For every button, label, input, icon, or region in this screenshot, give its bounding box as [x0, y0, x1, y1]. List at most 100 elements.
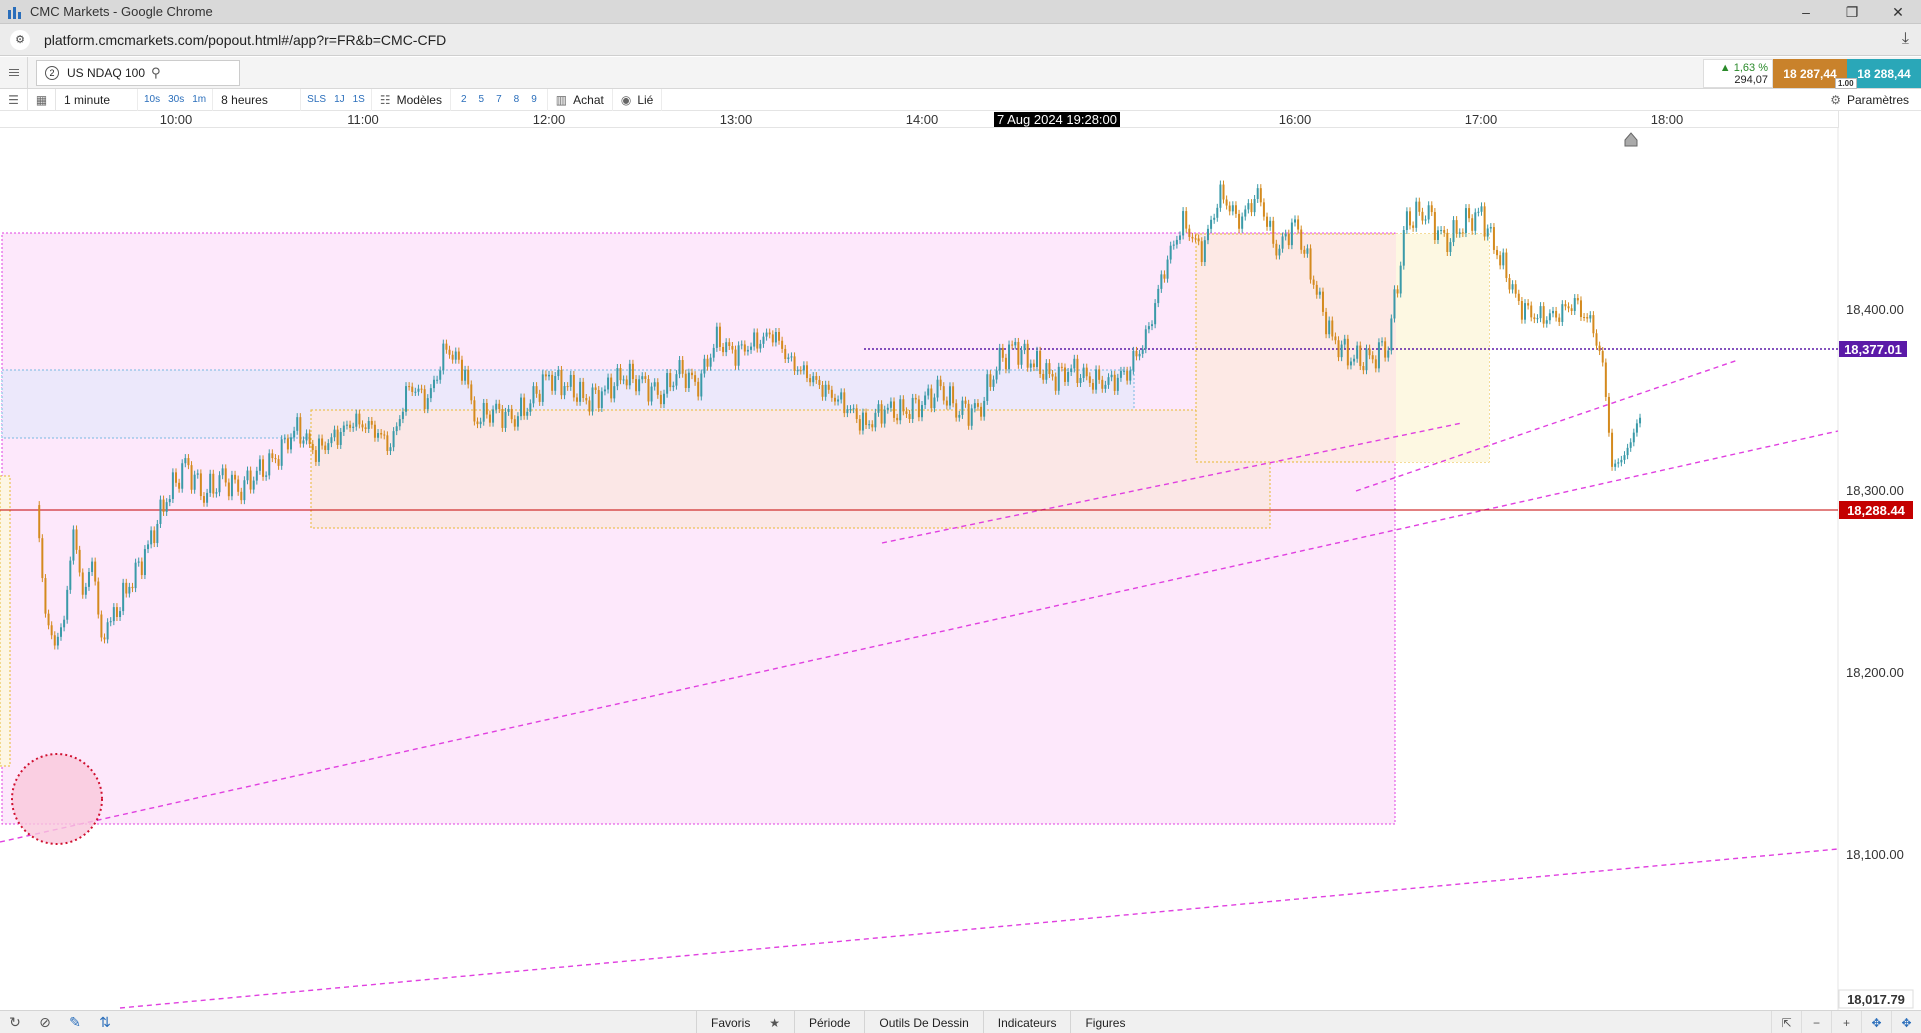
candle-body	[961, 400, 964, 415]
crosshair-icon[interactable]: ✥	[1861, 1011, 1891, 1033]
cancel-icon[interactable]: ⊘	[30, 1011, 60, 1033]
candle-body	[1567, 306, 1570, 309]
candle-body	[122, 582, 125, 612]
minimize-button[interactable]: –	[1783, 0, 1829, 24]
range-1j[interactable]: 1J	[330, 94, 349, 105]
candle-body	[927, 388, 930, 396]
price-chart[interactable]: 18,400.00 18,300.00 18,200.00 18,100.00 …	[0, 128, 1921, 1010]
list-icon[interactable]: ☰	[0, 88, 28, 111]
candle-body	[492, 409, 495, 423]
candle-body	[1589, 315, 1592, 319]
instrument-bar: 2 US NDAQ 100 ⚲ ▲ 1,63 % 294,07 18 287,4…	[0, 56, 1921, 89]
refresh-icon[interactable]: ↻	[0, 1011, 30, 1033]
candle-body	[1505, 252, 1508, 279]
candle-body	[1147, 326, 1150, 330]
candle-body	[678, 360, 681, 375]
candle-body	[1440, 230, 1443, 232]
site-info-icon[interactable]: ⚙	[10, 29, 30, 50]
linked-button[interactable]: ◉ Lié	[613, 88, 663, 111]
candle-body	[1595, 333, 1598, 346]
candle-body	[1188, 228, 1191, 237]
candle-body	[495, 403, 498, 410]
candle-body	[921, 404, 923, 418]
candle-body	[1036, 350, 1039, 368]
candle-body	[557, 369, 560, 377]
candle-body	[488, 414, 491, 423]
candle-body	[1123, 370, 1126, 372]
time-tick: 16:00	[1278, 112, 1312, 127]
settings-button[interactable]: ⚙ Paramètres	[1830, 89, 1909, 111]
candle-body	[1458, 232, 1461, 234]
candle-body	[162, 499, 165, 512]
candle-body	[865, 412, 868, 425]
templates-label: Modèles	[396, 92, 442, 107]
tab-indicators[interactable]: Indicateurs	[982, 1011, 1071, 1033]
url-text[interactable]: platform.cmcmarkets.com/popout.html#/app…	[44, 32, 446, 48]
share-icon[interactable]: ⇱	[1771, 1011, 1801, 1033]
candle-body	[728, 342, 731, 346]
interval-select[interactable]: 1 minute	[56, 88, 138, 111]
candle-body	[908, 413, 911, 419]
candle-body	[672, 385, 675, 388]
candle-body	[1073, 358, 1076, 369]
templates-button[interactable]: ☷ Modèles	[372, 88, 451, 111]
candle-body	[1244, 209, 1247, 217]
buy-button[interactable]: 18 288,44 1.00	[1835, 59, 1921, 89]
candle-body	[150, 530, 153, 545]
interval-30s[interactable]: 30s	[164, 94, 188, 105]
close-button[interactable]: ✕	[1875, 0, 1921, 24]
arrows-icon[interactable]: ⇅	[90, 1011, 120, 1033]
interval-10s[interactable]: 10s	[140, 94, 164, 105]
search-icon[interactable]: ⚲	[151, 65, 161, 81]
menu-icon[interactable]	[0, 56, 28, 89]
tab-period[interactable]: Période	[794, 1011, 864, 1033]
drawing-circle[interactable]	[11, 753, 103, 845]
candle-body	[199, 473, 202, 497]
candle-body	[833, 397, 836, 402]
layout-8[interactable]: 8	[508, 94, 526, 105]
interval-1m[interactable]: 1m	[188, 94, 210, 105]
pencil-icon[interactable]: ✎	[60, 1011, 90, 1033]
instrument-tab[interactable]: 2 US NDAQ 100 ⚲	[36, 59, 240, 86]
candle-body	[317, 438, 320, 462]
candle-body	[66, 589, 69, 620]
candle-body	[327, 443, 330, 451]
tab-favorites[interactable]: Favoris ★	[696, 1011, 794, 1033]
restore-button[interactable]: ❐	[1829, 0, 1875, 24]
range-sls[interactable]: SLS	[303, 94, 330, 105]
candle-body	[473, 400, 476, 422]
candle-body	[333, 429, 336, 438]
candle-body	[746, 349, 749, 352]
candle-body	[1079, 378, 1082, 384]
candle-body	[405, 386, 408, 412]
candle-body	[753, 332, 756, 347]
candle-body	[917, 399, 920, 418]
download-icon[interactable]: ⤓	[1902, 30, 1909, 48]
candles-icon: ▥	[555, 92, 568, 107]
candle-body	[274, 458, 277, 460]
layout-2[interactable]: 2	[455, 94, 473, 105]
range-1s[interactable]: 1S	[349, 94, 369, 105]
candle-body	[392, 431, 395, 448]
layout-9[interactable]: 9	[525, 94, 543, 105]
tab-favorites-label: Favoris	[711, 1015, 751, 1030]
zoom-in-icon[interactable]: +	[1831, 1011, 1861, 1033]
buy-mode-button[interactable]: ▥ Achat	[548, 88, 613, 111]
candle-body	[1095, 369, 1098, 390]
zoom-out-icon[interactable]: −	[1801, 1011, 1831, 1033]
layout-7[interactable]: 7	[490, 94, 508, 105]
tab-drawing-tools[interactable]: Outils De Dessin	[864, 1011, 982, 1033]
range-select[interactable]: 8 heures	[213, 88, 302, 111]
tab-figures[interactable]: Figures	[1070, 1011, 1139, 1033]
candle-body	[551, 374, 554, 391]
layout-icon[interactable]: ▦	[28, 88, 56, 111]
chart-svg[interactable]: 18,400.00 18,300.00 18,200.00 18,100.00 …	[0, 128, 1921, 1010]
fit-icon[interactable]: ✥	[1891, 1011, 1921, 1033]
candle-body	[423, 389, 426, 410]
candle-body	[249, 470, 252, 490]
candle-body	[690, 372, 693, 376]
candle-body	[1269, 220, 1272, 227]
candle-body	[889, 401, 892, 408]
drawing-rectangle-left[interactable]	[0, 475, 11, 767]
layout-5[interactable]: 5	[473, 94, 491, 105]
